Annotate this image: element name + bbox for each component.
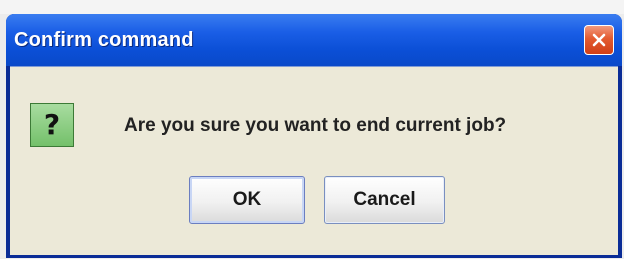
dialog-body: ? Are you sure you want to end current j… bbox=[10, 66, 618, 255]
confirm-dialog: Confirm command ? Are you sure you want … bbox=[6, 14, 622, 258]
close-button[interactable] bbox=[584, 25, 614, 55]
title-bar[interactable]: Confirm command bbox=[6, 14, 622, 66]
ok-button-label: OK bbox=[232, 189, 262, 210]
cancel-button[interactable]: Cancel bbox=[324, 176, 445, 224]
question-mark-glyph: ? bbox=[43, 108, 61, 141]
confirm-message: Are you sure you want to end current job… bbox=[124, 115, 507, 136]
question-icon: ? bbox=[30, 103, 74, 147]
dialog-title: Confirm command bbox=[14, 28, 194, 51]
screen: Confirm command ? Are you sure you want … bbox=[0, 0, 624, 259]
cancel-button-label: Cancel bbox=[353, 189, 416, 210]
background-window bbox=[0, 0, 624, 14]
close-icon bbox=[591, 32, 607, 48]
ok-button[interactable]: OK bbox=[189, 176, 305, 224]
